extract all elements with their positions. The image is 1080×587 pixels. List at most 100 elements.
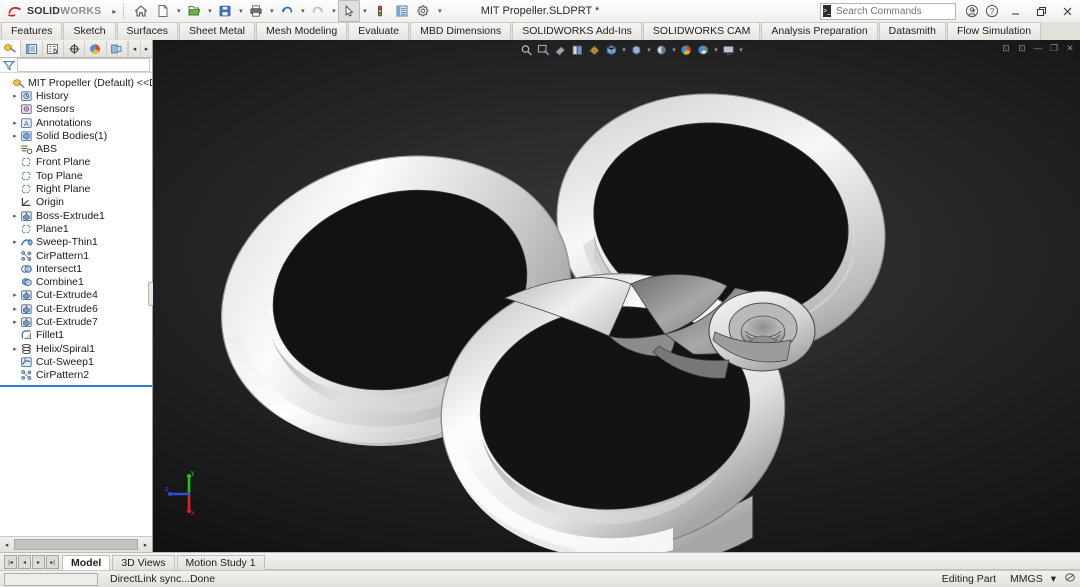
options-button[interactable] <box>413 0 435 22</box>
select-button[interactable] <box>338 0 361 22</box>
display-style-icon[interactable] <box>604 43 619 57</box>
restore-doc-button[interactable]: ⊡ <box>1014 41 1030 55</box>
tree-item-cut-extrude4[interactable]: ▸ Cut-Extrude4 <box>0 289 152 302</box>
feature-manager-tab[interactable] <box>0 40 22 57</box>
ribbon-tab-sheet-metal[interactable]: Sheet Metal <box>178 22 256 40</box>
search-commands-box[interactable]: >_ ▾ <box>820 2 976 20</box>
ribbon-tab-mesh-modeling[interactable]: Mesh Modeling <box>256 22 348 40</box>
ribbon-tab-datasmith[interactable]: Datasmith <box>878 22 946 40</box>
tree-item-solid-bodies-1[interactable]: ▸ Solid Bodies(1) <box>0 129 152 142</box>
tab-scroll-right-icon[interactable]: ▸ <box>140 41 152 56</box>
display-style-dropdown-icon[interactable]: ▾ <box>620 43 628 57</box>
tree-item-boss-extrude1[interactable]: ▸ Boss-Extrude1 <box>0 209 152 222</box>
tab-scroll-left-icon[interactable]: ◂ <box>128 41 140 56</box>
expand-arrow-icon[interactable]: ▸ <box>10 212 20 220</box>
propeller-model[interactable] <box>153 40 1080 552</box>
dimxpert-manager-tab[interactable] <box>64 40 86 57</box>
tree-item-front-plane[interactable]: ▸ Front Plane <box>0 156 152 169</box>
restore-button[interactable] <box>1028 1 1054 21</box>
tree-item-cut-sweep1[interactable]: ▸ Cut-Sweep1 <box>0 355 152 368</box>
scrollbar-thumb[interactable] <box>14 539 138 550</box>
select-dropdown[interactable]: ▾ <box>360 1 369 21</box>
bottom-tab-model[interactable]: Model <box>62 555 111 571</box>
ribbon-tab-features[interactable]: Features <box>1 22 63 40</box>
bottom-tab-motion-study-1[interactable]: Motion Study 1 <box>176 555 265 571</box>
view-settings-dropdown-icon[interactable]: ▾ <box>712 43 720 57</box>
zoom-to-area-icon[interactable] <box>536 43 551 57</box>
tree-item-origin[interactable]: ▸ Origin <box>0 196 152 209</box>
close-doc-button[interactable]: ✕ <box>1062 41 1078 55</box>
customize-status-bar-icon[interactable] <box>1060 572 1080 586</box>
undo-button[interactable] <box>276 0 298 22</box>
hide-show-dropdown-icon[interactable]: ▾ <box>645 43 653 57</box>
rebuild-button[interactable] <box>369 0 391 22</box>
expand-arrow-icon[interactable]: ▸ <box>10 238 20 246</box>
viewport-layout-icon[interactable] <box>721 43 736 57</box>
expand-arrow-icon[interactable]: ▸ <box>10 345 20 353</box>
redo-dropdown[interactable]: ▾ <box>329 1 338 21</box>
property-manager-tab[interactable] <box>21 40 43 57</box>
undo-dropdown[interactable]: ▾ <box>298 1 307 21</box>
apply-scene-icon[interactable] <box>679 43 694 57</box>
configuration-manager-tab[interactable] <box>43 40 64 57</box>
minimize-button[interactable] <box>1002 1 1028 21</box>
tree-item-history[interactable]: ▸ History <box>0 89 152 102</box>
maximize-doc-button[interactable]: ❐ <box>1046 41 1062 55</box>
open-document-button[interactable] <box>183 0 205 22</box>
tree-item-cirpattern1[interactable]: ▸ CirPattern1 <box>0 249 152 262</box>
appearances-tab[interactable] <box>107 40 128 57</box>
expand-arrow-icon[interactable]: ▸ <box>10 92 20 100</box>
ribbon-tab-surfaces[interactable]: Surfaces <box>116 22 178 40</box>
tree-item-fillet1[interactable]: ▸ Fillet1 <box>0 329 152 342</box>
filter-icon[interactable] <box>3 60 15 71</box>
ribbon-tab-solidworks-cam[interactable]: SOLIDWORKS CAM <box>642 22 761 40</box>
edit-appearance-dropdown-icon[interactable]: ▾ <box>670 43 678 57</box>
tree-item-plane1[interactable]: ▸ Plane1 <box>0 222 152 235</box>
zoom-to-fit-icon[interactable] <box>519 43 534 57</box>
units-label[interactable]: MMGS <box>1006 573 1047 585</box>
new-document-dropdown[interactable]: ▾ <box>174 1 183 21</box>
expand-arrow-icon[interactable]: ▸ <box>10 119 20 127</box>
tree-item-helix-spiral1[interactable]: ▸ Helix/Spiral1 <box>0 342 152 355</box>
expand-arrow-icon[interactable]: ▸ <box>10 291 20 299</box>
account-button[interactable] <box>962 1 982 21</box>
ribbon-tab-flow-simulation[interactable]: Flow Simulation <box>946 22 1042 40</box>
tree-item-sensors[interactable]: ▸ Sensors <box>0 103 152 116</box>
print-dropdown[interactable]: ▾ <box>267 1 276 21</box>
scroll-right-icon[interactable]: ▸ <box>139 538 152 551</box>
save-dropdown[interactable]: ▾ <box>236 1 245 21</box>
tree-item-intersect1[interactable]: ▸ Intersect1 <box>0 262 152 275</box>
ribbon-tab-mbd-dimensions[interactable]: MBD Dimensions <box>410 22 512 40</box>
view-settings-icon[interactable] <box>696 43 711 57</box>
tree-item-cirpattern2[interactable]: ▸ CirPattern2 <box>0 369 152 382</box>
search-input[interactable] <box>833 4 970 18</box>
save-button[interactable] <box>214 0 236 22</box>
print-button[interactable] <box>245 0 267 22</box>
viewport-layout-dropdown-icon[interactable]: ▾ <box>737 43 745 57</box>
ribbon-tab-solidworks-add-ins[interactable]: SOLIDWORKS Add-Ins <box>512 22 642 40</box>
last-button-icon[interactable]: ▸| <box>46 555 59 569</box>
bottom-tab-3d-views[interactable]: 3D Views <box>112 555 175 571</box>
tree-item-cut-extrude7[interactable]: ▸ Cut-Extrude7 <box>0 315 152 328</box>
home-button[interactable] <box>130 0 152 22</box>
toggle-display-button[interactable] <box>391 0 413 22</box>
units-dropdown-icon[interactable]: ▾ <box>1047 573 1060 585</box>
close-button[interactable] <box>1054 1 1080 21</box>
prev-button-icon[interactable]: ◂ <box>18 555 31 569</box>
brand-menu-arrow-icon[interactable]: ▸ <box>107 7 121 16</box>
help-button[interactable]: ? <box>982 1 1002 21</box>
view-orientation-icon[interactable] <box>587 43 602 57</box>
tree-item-combine1[interactable]: ▸ Combine1 <box>0 275 152 288</box>
expand-arrow-icon[interactable]: ▸ <box>10 305 20 313</box>
display-manager-tab[interactable] <box>85 40 107 57</box>
hide-show-items-icon[interactable] <box>629 43 644 57</box>
first-button-icon[interactable]: |◂ <box>4 555 17 569</box>
tree-item-sweep-thin1[interactable]: ▸ Sweep-Thin1 <box>0 236 152 249</box>
edit-appearance-icon[interactable] <box>654 43 669 57</box>
tree-item-cut-extrude6[interactable]: ▸ Cut-Extrude6 <box>0 302 152 315</box>
pin-button[interactable]: ⊡ <box>998 41 1014 55</box>
options-dropdown[interactable]: ▾ <box>435 1 444 21</box>
graphics-viewport[interactable]: ▾ ▾ ▾ ▾ ▾ ⊡ ⊡ — ❐ ✕ y z x <box>153 40 1080 552</box>
next-button-icon[interactable]: ▸ <box>32 555 45 569</box>
previous-view-icon[interactable] <box>553 43 568 57</box>
